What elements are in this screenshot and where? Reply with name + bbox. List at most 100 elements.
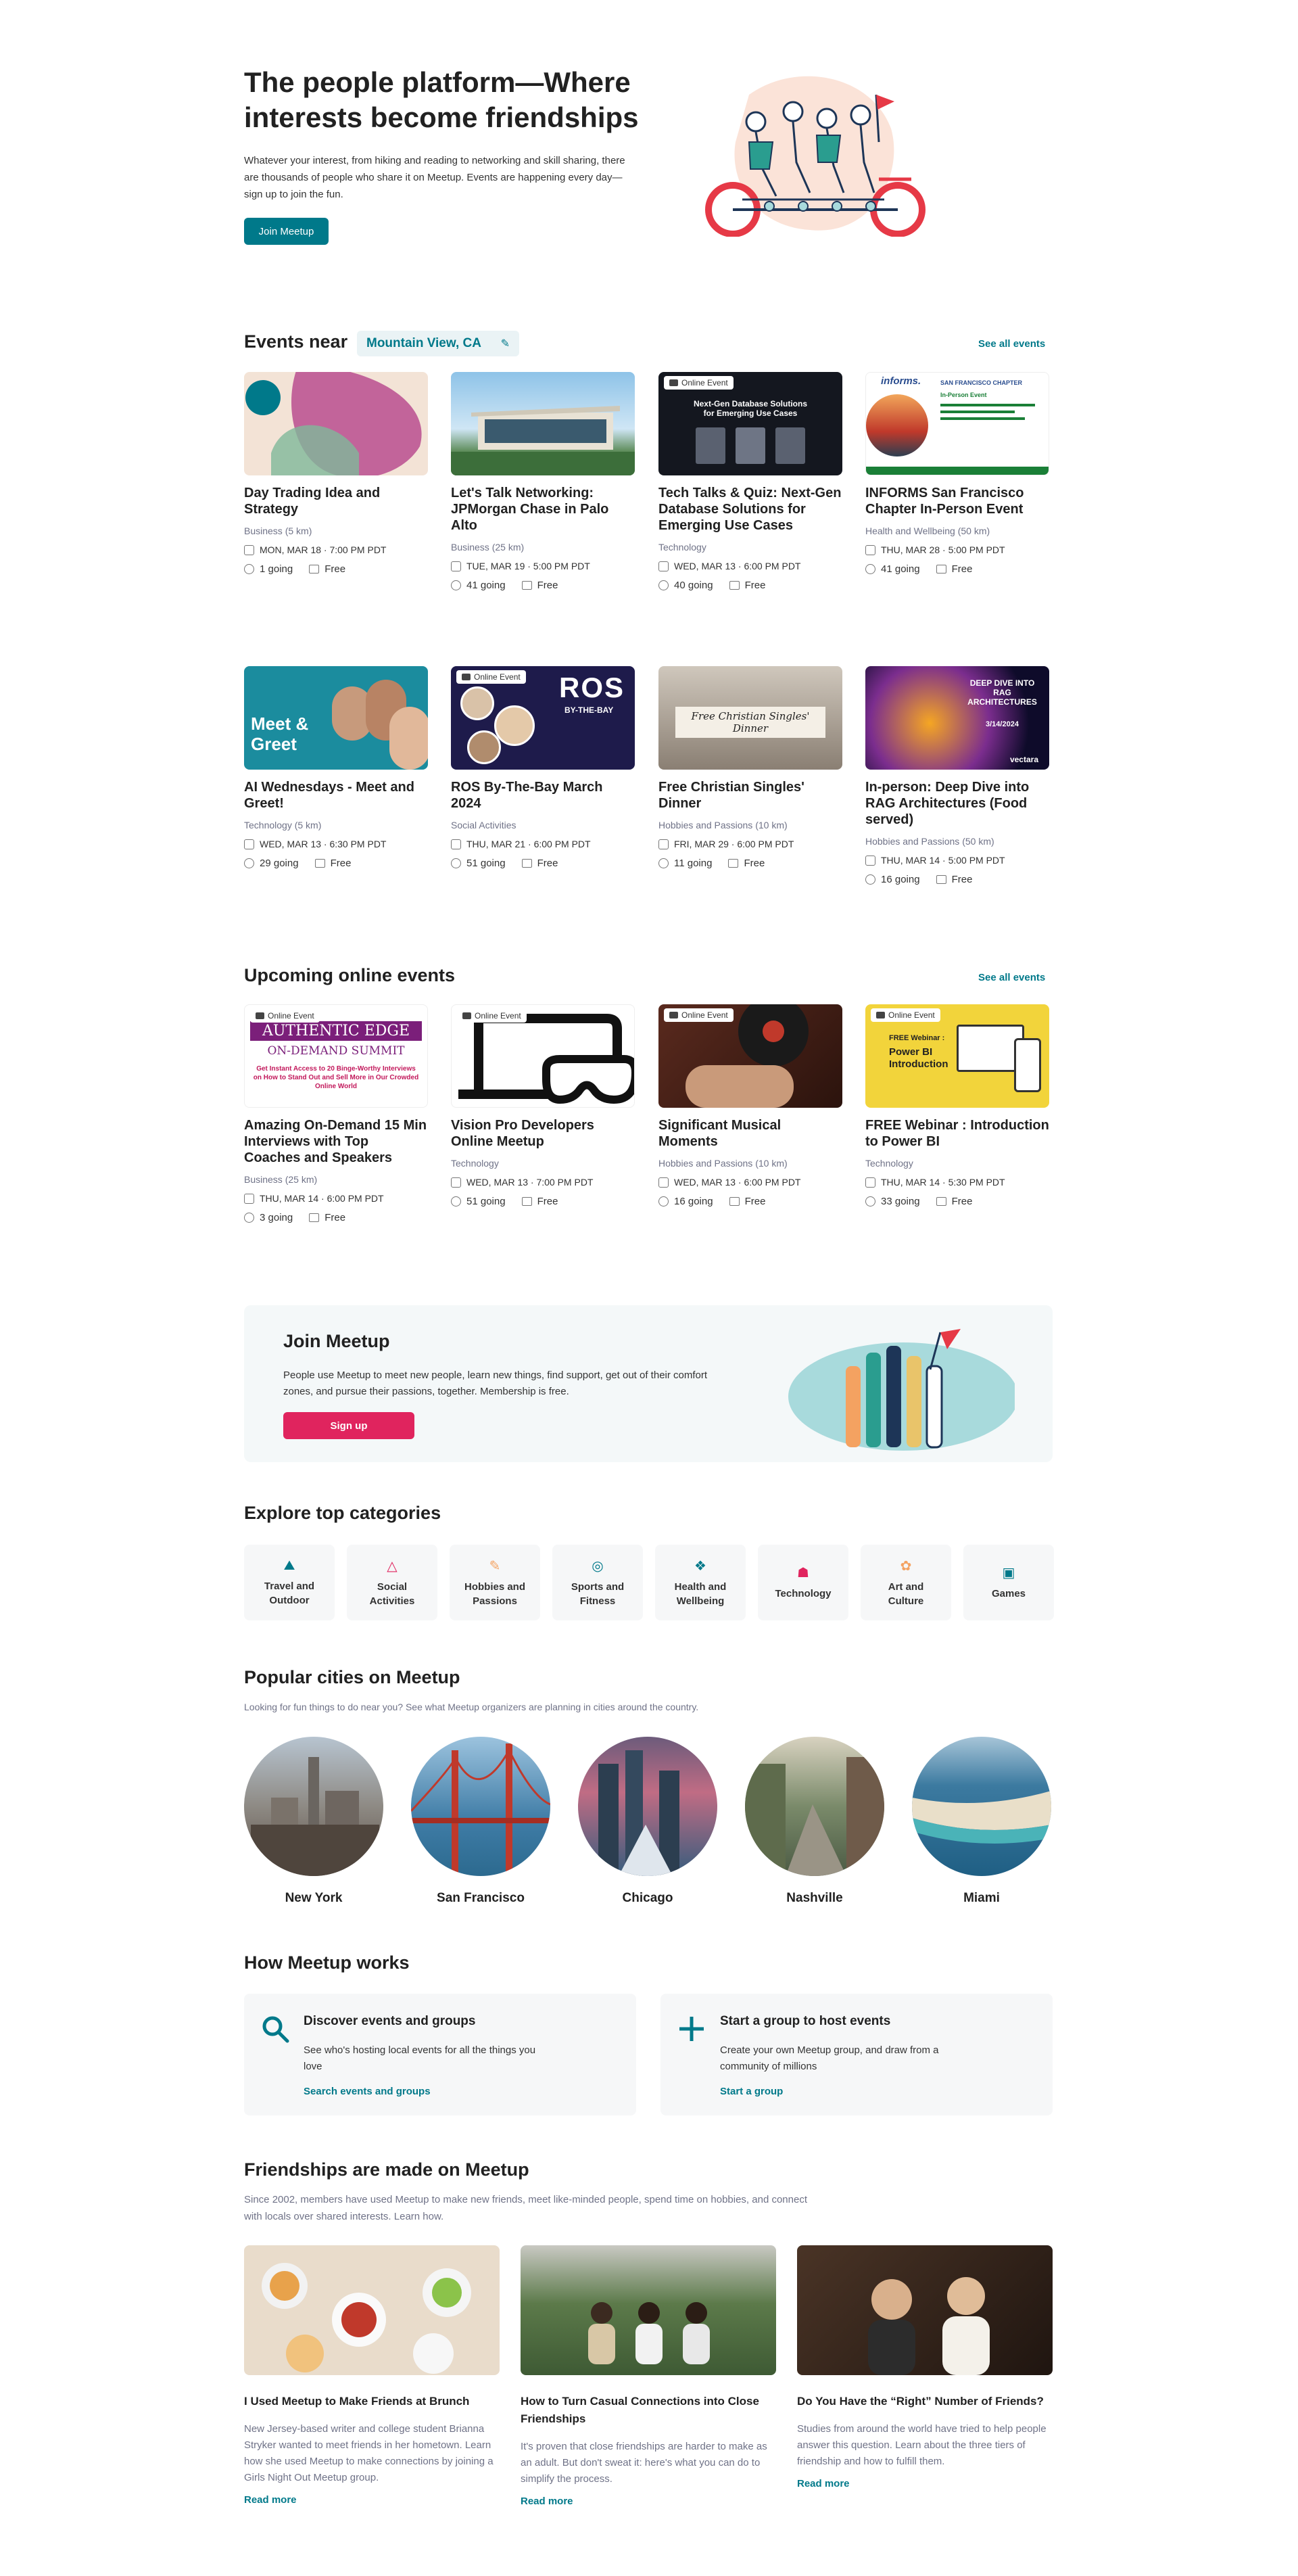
event-card[interactable]: informs. SAN FRANCISCO CHAPTER In-Person… xyxy=(865,372,1049,575)
event-title[interactable]: INFORMS San Francisco Chapter In-Person … xyxy=(865,485,1049,517)
badge-label: Online Event xyxy=(268,1011,314,1021)
event-image: Online Event xyxy=(451,1004,635,1108)
story-description: New Jersey-based writer and college stud… xyxy=(244,2423,494,2483)
search-icon xyxy=(262,2016,289,2043)
event-title[interactable]: Free Christian Singles' Dinner xyxy=(658,779,842,812)
health-icon: ❖ xyxy=(694,1558,706,1574)
video-camera-icon xyxy=(669,1012,678,1018)
event-image-text: AUTHENTIC EDGE xyxy=(250,1021,422,1041)
event-title[interactable]: Significant Musical Moments xyxy=(658,1117,842,1150)
event-card[interactable]: Next-Gen Database Solutions for Emerging… xyxy=(658,372,842,591)
event-stats-row: 33 going Free xyxy=(865,1196,1049,1207)
category-tile[interactable]: ❖ Health and Wellbeing xyxy=(655,1545,746,1620)
event-going: 41 going xyxy=(466,580,506,591)
see-all-online-events[interactable]: See all events xyxy=(978,972,1045,983)
event-image-text: DEEP DIVE INTO RAG ARCHITECTURES xyxy=(967,678,1037,707)
category-tile[interactable]: △ Social Activities xyxy=(347,1545,437,1620)
check-circle-icon xyxy=(244,1213,254,1223)
event-stats-row: 11 going Free xyxy=(658,858,842,869)
event-stats-row: 1 going Free xyxy=(244,563,428,575)
city-card[interactable]: Miami xyxy=(912,1737,1051,1906)
category-label: Technology xyxy=(775,1588,832,1599)
event-card[interactable]: DEEP DIVE INTO RAG ARCHITECTURES 3/14/20… xyxy=(865,666,1049,885)
event-card[interactable]: ROS BY-THE-BAY Online Event ROS By-The-B… xyxy=(451,666,635,869)
story-title[interactable]: I Used Meetup to Make Friends at Brunch xyxy=(244,2393,500,2410)
hiking-icon: ⛰ xyxy=(283,1558,295,1573)
cities-subtitle: Looking for fun things to do near you? S… xyxy=(244,1702,699,1712)
category-tile[interactable]: ☗ Technology xyxy=(758,1545,848,1620)
calendar-icon xyxy=(451,839,461,849)
event-stats-row: 16 going Free xyxy=(658,1196,842,1207)
event-card[interactable]: Online Event Vision Pro Developers Onlin… xyxy=(451,1004,635,1207)
location-label: Mountain View, CA xyxy=(366,336,481,350)
story-image xyxy=(521,2245,776,2375)
ticket-icon xyxy=(521,1197,532,1206)
event-date-row: THU, MAR 14 · 6:00 PM PDT xyxy=(244,1193,428,1204)
event-title[interactable]: Tech Talks & Quiz: Next-Gen Database Sol… xyxy=(658,485,842,534)
read-more-link[interactable]: Read more xyxy=(521,2496,776,2507)
event-title[interactable]: Vision Pro Developers Online Meetup xyxy=(451,1117,635,1150)
category-tile[interactable]: ▣ Games xyxy=(963,1545,1054,1620)
event-title[interactable]: AI Wednesdays - Meet and Greet! xyxy=(244,779,428,812)
city-card[interactable]: Chicago xyxy=(578,1737,717,1906)
art-icon: ✿ xyxy=(900,1558,912,1574)
check-circle-icon xyxy=(451,858,461,868)
category-label: Sports and Fitness xyxy=(571,1580,625,1607)
event-title[interactable]: Let's Talk Networking: JPMorgan Chase in… xyxy=(451,485,635,534)
how-card-description: Create your own Meetup group, and draw f… xyxy=(720,2044,939,2072)
event-card[interactable]: Free Christian Singles' Dinner Free Chri… xyxy=(658,666,842,869)
event-price: Free xyxy=(537,580,558,591)
event-title[interactable]: In-person: Deep Dive into RAG Architectu… xyxy=(865,779,1049,828)
video-camera-icon xyxy=(669,379,678,386)
category-tile[interactable]: ✎ Hobbies and Passions xyxy=(450,1545,540,1620)
read-more-link[interactable]: Read more xyxy=(797,2478,1053,2489)
event-group: Technology xyxy=(451,1158,499,1169)
see-all-events-near[interactable]: See all events xyxy=(978,338,1045,350)
read-more-link[interactable]: Read more xyxy=(244,2494,500,2506)
start-group-link[interactable]: Start a group xyxy=(720,2086,783,2097)
event-image: Next-Gen Database Solutions for Emerging… xyxy=(658,372,842,475)
event-title[interactable]: ROS By-The-Bay March 2024 xyxy=(451,779,635,812)
event-card[interactable]: Online Event Significant Musical Moments… xyxy=(658,1004,842,1207)
city-card[interactable]: New York xyxy=(244,1737,383,1906)
calendar-icon xyxy=(244,544,254,555)
event-date-row: WED, MAR 13 · 6:00 PM PDT xyxy=(658,561,842,571)
city-card[interactable]: San Francisco xyxy=(411,1737,550,1906)
how-card-title: Discover events and groups xyxy=(304,2014,476,2028)
event-title[interactable]: FREE Webinar : Introduction to Power BI xyxy=(865,1117,1049,1150)
check-circle-icon xyxy=(244,858,254,868)
join-meetup-button[interactable]: Join Meetup xyxy=(244,218,329,245)
search-events-link[interactable]: Search events and groups xyxy=(304,2086,431,2097)
event-card[interactable]: Day Trading Idea and Strategy Business (… xyxy=(244,372,428,575)
event-group: Health and Wellbeing (50 km) xyxy=(865,525,990,536)
category-tile[interactable]: ✿ Art and Culture xyxy=(861,1545,951,1620)
sign-up-button[interactable]: Sign up xyxy=(283,1412,414,1439)
event-stats-row: 51 going Free xyxy=(451,858,635,869)
story-card[interactable]: Do You Have the “Right” Number of Friend… xyxy=(797,2245,1053,2489)
story-card[interactable]: How to Turn Casual Connections into Clos… xyxy=(521,2245,776,2507)
story-title[interactable]: How to Turn Casual Connections into Clos… xyxy=(521,2393,776,2428)
event-card[interactable]: Let's Talk Networking: JPMorgan Chase in… xyxy=(451,372,635,591)
event-title[interactable]: Day Trading Idea and Strategy xyxy=(244,485,428,517)
event-title[interactable]: Amazing On-Demand 15 Min Interviews with… xyxy=(244,1117,428,1166)
location-selector[interactable]: Mountain View, CA ✎ xyxy=(357,331,519,356)
event-card[interactable]: AUTHENTIC EDGE ON-DEMAND SUMMIT Get Inst… xyxy=(244,1004,428,1223)
event-going: 29 going xyxy=(260,858,299,869)
category-tile[interactable]: ⛰ Travel and Outdoor xyxy=(244,1545,335,1620)
story-title[interactable]: Do You Have the “Right” Number of Friend… xyxy=(797,2393,1053,2410)
event-price: Free xyxy=(951,874,973,885)
story-description: It's proven that close friendships are h… xyxy=(521,2441,767,2485)
city-card[interactable]: Nashville xyxy=(745,1737,884,1906)
event-group: Business (25 km) xyxy=(451,542,525,553)
badge-label: Online Event xyxy=(888,1010,935,1020)
video-camera-icon xyxy=(876,1012,885,1018)
story-card[interactable]: I Used Meetup to Make Friends at Brunch … xyxy=(244,2245,500,2506)
event-image-subtext: BY-THE-BAY xyxy=(564,705,614,715)
event-going: 3 going xyxy=(260,1212,293,1223)
event-card[interactable]: Meet & Greet AI Wednesdays - Meet and Gre… xyxy=(244,666,428,869)
plus-icon xyxy=(679,2017,704,2041)
event-group: Business (25 km) xyxy=(244,1174,318,1185)
check-circle-icon xyxy=(658,580,669,590)
event-card[interactable]: FREE Webinar : Power BI Introduction Onl… xyxy=(865,1004,1049,1207)
category-tile[interactable]: ◎ Sports and Fitness xyxy=(552,1545,643,1620)
